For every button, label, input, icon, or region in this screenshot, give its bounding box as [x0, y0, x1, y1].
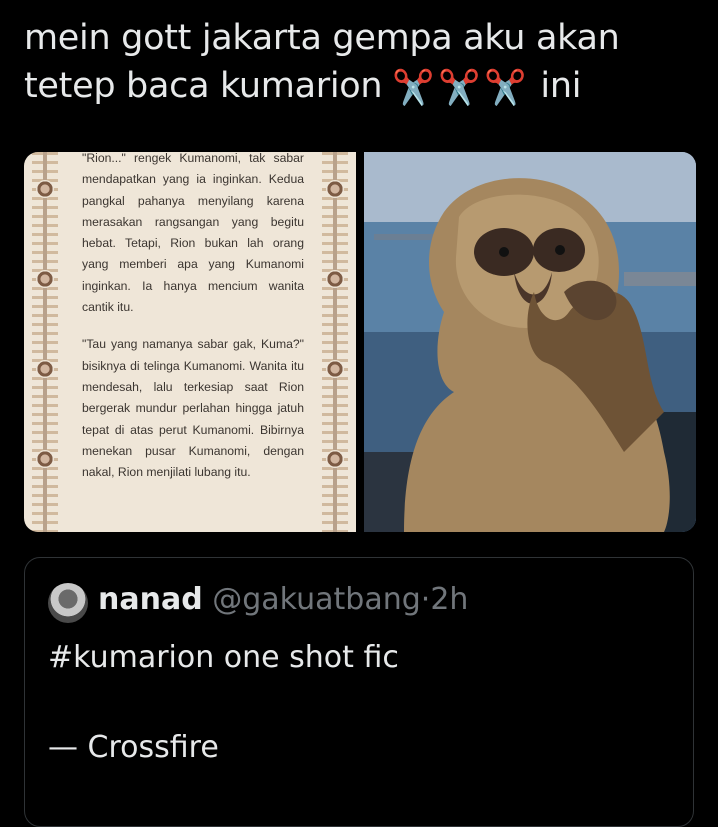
ornament-border-left	[32, 152, 58, 532]
ornament-border-right	[322, 152, 348, 532]
tweet-line-1: mein gott jakarta gempa aku akan	[24, 18, 620, 58]
media-divider	[356, 152, 364, 532]
ornament-icon	[36, 270, 54, 288]
quoted-tweet-header: nanad @gakuatbang·2h	[98, 578, 468, 622]
ornament-icon	[36, 180, 54, 198]
tweet-line-2-prefix: tetep baca kumarion	[24, 66, 383, 106]
ornament-icon	[36, 450, 54, 468]
page-paragraph-2: "Tau yang namanya sabar gak, Kuma?" bisi…	[82, 337, 304, 480]
quoted-tweet-text: #kumarion one shot fic	[48, 640, 399, 675]
scissors-icon: ✂️	[392, 68, 435, 108]
book-page-image[interactable]: "Rion..." rengek Kumanomi, tak sabar men…	[24, 152, 356, 532]
tweet-media[interactable]: "Rion..." rengek Kumanomi, tak sabar men…	[24, 152, 696, 532]
quoted-tweet-text-2: — Crossfire	[48, 730, 219, 765]
page-paragraph-1: "Rion..." rengek Kumanomi, tak sabar men…	[82, 152, 304, 315]
page-text: "Rion..." rengek Kumanomi, tak sabar men…	[82, 152, 304, 499]
ornament-icon	[326, 360, 344, 378]
scissors-icon: ✂️	[438, 68, 481, 108]
quoted-tweet[interactable]: nanad @gakuatbang·2h #kumarion one shot …	[24, 557, 694, 827]
monkey-photo[interactable]	[364, 152, 696, 532]
ornament-icon	[326, 180, 344, 198]
ornament-icon	[36, 360, 54, 378]
ornament-icon	[326, 450, 344, 468]
avatar[interactable]	[48, 583, 88, 623]
tweet-line-2: tetep baca kumarion ✂️ ✂️ ✂️ ini	[24, 62, 704, 112]
quoted-tweet-name[interactable]: nanad	[98, 582, 203, 617]
quoted-tweet-time[interactable]: 2h	[430, 582, 468, 617]
quoted-tweet-handle[interactable]: @gakuatbang	[212, 582, 421, 617]
ornament-icon	[326, 270, 344, 288]
scissors-icon: ✂️	[484, 68, 527, 108]
tweet-text: mein gott jakarta gempa aku akan tetep b…	[24, 14, 704, 112]
separator-dot: ·	[420, 582, 431, 617]
monkey-illustration	[364, 152, 696, 532]
tweet-line-2-suffix: ini	[540, 66, 582, 106]
